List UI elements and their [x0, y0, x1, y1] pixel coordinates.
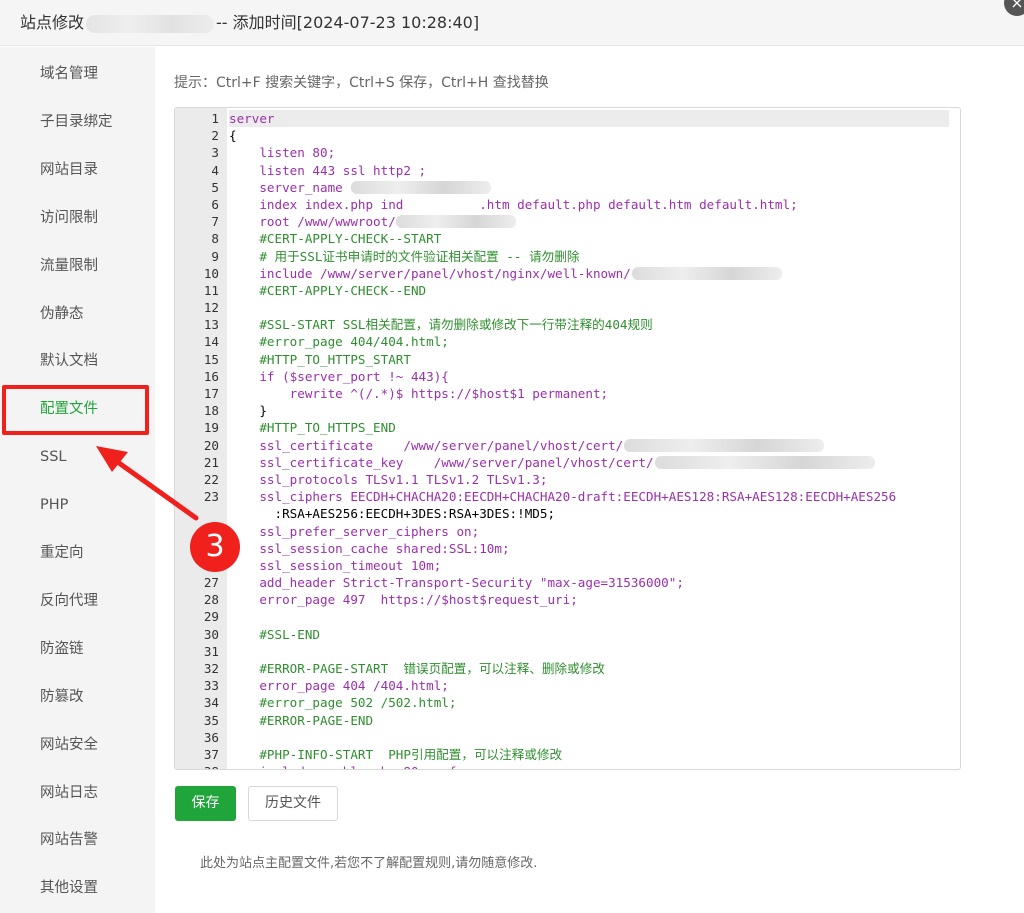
step-number-badge: 3 [190, 522, 240, 572]
annotation-arrow-icon [96, 446, 199, 521]
